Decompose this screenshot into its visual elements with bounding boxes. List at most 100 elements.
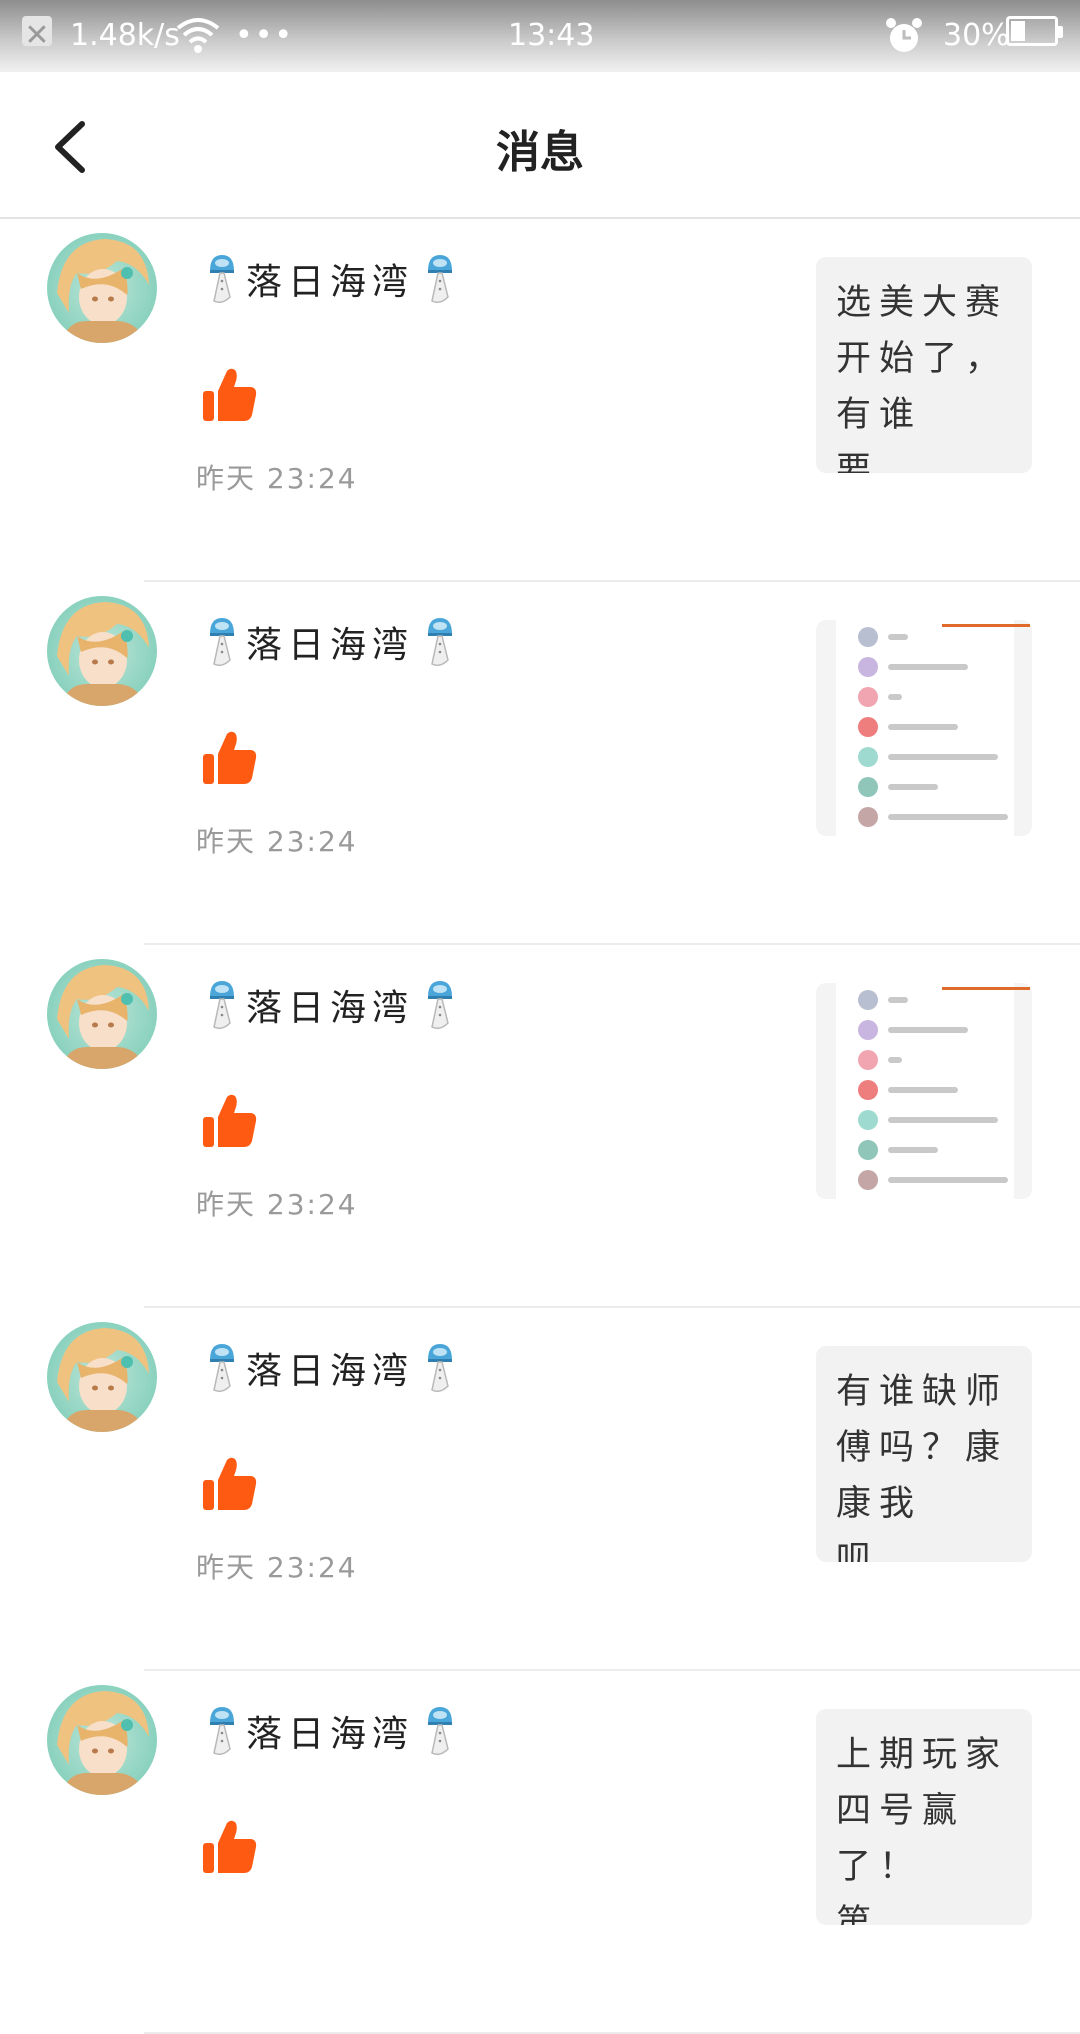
avatar[interactable] [47,1685,157,1795]
thumbs-up-icon [203,367,257,423]
message-list: 落日海湾 昨天 23:24 选美大赛开始了，有谁要... 落日海湾 昨天 23:… [0,219,1080,2034]
status-bar: ✕ 1.48k/s ••• 13:43 30% [0,0,1080,72]
thumbnail-avatar [858,717,878,737]
thumbnail-text [888,997,908,1003]
thumbnail-row [858,1139,938,1161]
message-item[interactable]: 落日海湾 昨天 23:24 选美大赛开始了，有谁要... [0,219,1080,582]
thumbnail-avatar [858,627,878,647]
username[interactable]: 落日海湾 [196,977,464,1033]
timestamp: 昨天 23:24 [196,462,358,495]
username[interactable]: 落日海湾 [196,614,464,670]
thumbnail-text [888,1147,938,1153]
post-preview-text[interactable]: 上期玩家四号赢了！第... [816,1709,1032,1925]
thumbnail-avatar [858,1110,878,1130]
wind-chime-icon [202,1703,240,1759]
thumbnail-avatar [858,657,878,677]
thumbnail-avatar [858,747,878,767]
wind-chime-icon [202,614,240,670]
thumbs-up-icon [203,730,257,786]
page-title: 消息 [496,127,584,178]
thumbnail-row [858,1109,998,1131]
thumbnail-row [858,1169,1008,1191]
thumbnail-row [858,1079,958,1101]
thumbnail-accent-line [942,624,1030,627]
thumbnail-text [888,694,902,700]
thumbnail-row [858,656,968,678]
post-preview-image[interactable] [816,983,1032,1199]
timestamp: 昨天 23:24 [196,825,358,858]
thumbnail-avatar [858,1170,878,1190]
notification-close-icon: ✕ [22,16,52,53]
username[interactable]: 落日海湾 [196,251,464,307]
username-text: 落日海湾 [246,988,415,1029]
thumbnail-avatar [858,777,878,797]
thumbnail-text [888,784,938,790]
username[interactable]: 落日海湾 [196,1340,464,1396]
avatar[interactable] [47,959,157,1069]
thumbnail-text [888,1087,958,1093]
thumbnail-accent-line [942,987,1030,990]
thumbnail-avatar [858,687,878,707]
wind-chime-icon [202,1340,240,1396]
wind-chime-icon [420,977,458,1033]
wind-chime-icon [420,1703,458,1759]
thumbnail-avatar [858,1020,878,1040]
message-item[interactable]: 落日海湾 上期玩家四号赢了！第... [0,1671,1080,2034]
thumbnail-row [858,989,908,1011]
thumbnail-text [888,1177,1008,1183]
thumbnail-text [888,814,1008,820]
username[interactable]: 落日海湾 [196,1703,464,1759]
thumbnail-row [858,746,998,768]
thumbnail-avatar [858,1080,878,1100]
message-item[interactable]: 落日海湾 昨天 23:24 [0,582,1080,945]
wind-chime-icon [202,251,240,307]
post-preview-text[interactable]: 有谁缺师傅吗？康康我呗... [816,1346,1032,1562]
message-item[interactable]: 落日海湾 昨天 23:24 有谁缺师傅吗？康康我呗... [0,1308,1080,1671]
timestamp: 昨天 23:24 [196,1188,358,1221]
battery-percent: 30% [943,18,1010,53]
thumbnail-text [888,634,908,640]
thumbnail-row [858,1019,968,1041]
network-speed: 1.48k/s [70,18,180,53]
username-text: 落日海湾 [246,625,415,666]
username-text: 落日海湾 [246,262,415,303]
thumbs-up-icon [203,1093,257,1149]
wind-chime-icon [420,1340,458,1396]
avatar[interactable] [47,1322,157,1432]
thumbnail-row [858,1049,902,1071]
thumbs-up-icon [203,1456,257,1512]
thumbnail-avatar [858,1140,878,1160]
wind-chime-icon [202,977,240,1033]
post-preview-image[interactable] [816,620,1032,836]
wind-chime-icon [420,614,458,670]
status-time: 13:43 [508,18,595,53]
screenshot-thumbnail [836,620,1030,836]
avatar[interactable] [47,233,157,343]
thumbnail-avatar [858,1050,878,1070]
post-preview-text[interactable]: 选美大赛开始了，有谁要... [816,257,1032,473]
battery-icon [1006,16,1063,46]
thumbnail-row [858,776,938,798]
username-text: 落日海湾 [246,1714,415,1755]
thumbnail-avatar [858,990,878,1010]
thumbs-up-icon [203,1819,257,1875]
thumbnail-text [888,724,958,730]
more-status-dots: ••• [235,18,295,53]
alarm-clock-icon [884,16,924,67]
message-item[interactable]: 落日海湾 昨天 23:24 [0,945,1080,1308]
wifi-icon [176,16,220,67]
thumbnail-text [888,1027,968,1033]
thumbnail-row [858,686,902,708]
thumbnail-row [858,806,1008,828]
thumbnail-avatar [858,807,878,827]
thumbnail-row [858,716,958,738]
thumbnail-text [888,754,998,760]
thumbnail-row [858,626,908,648]
top-navigation-bar: 消息 [0,72,1080,219]
thumbnail-text [888,664,968,670]
thumbnail-text [888,1117,998,1123]
avatar[interactable] [47,596,157,706]
username-text: 落日海湾 [246,1351,415,1392]
timestamp: 昨天 23:24 [196,1551,358,1584]
wind-chime-icon [420,251,458,307]
